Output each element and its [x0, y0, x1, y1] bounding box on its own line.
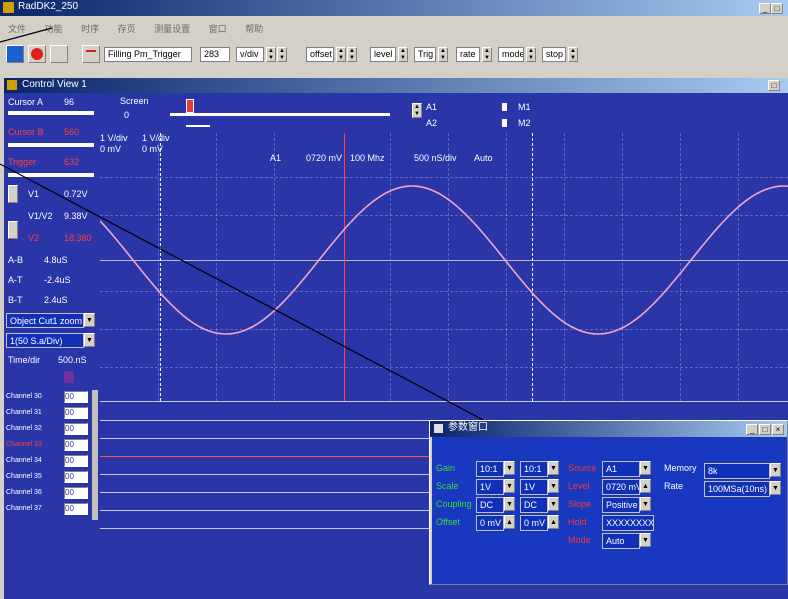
mode-select[interactable]: Auto	[602, 533, 640, 549]
ch2-offset-spinner[interactable]: ▲	[548, 515, 559, 529]
param-close-button[interactable]: ×	[772, 424, 784, 435]
level-label: Level	[568, 481, 590, 491]
param-maximize-button[interactable]: □	[759, 424, 771, 435]
ch1-offset-field[interactable]: 0 mV	[476, 515, 504, 531]
level-field[interactable]: 0720 mV	[602, 479, 640, 495]
ch2-gain-select[interactable]: 10:1	[520, 461, 548, 477]
ch2-coupling-arrow[interactable]: ▼	[548, 497, 559, 511]
ch1-gain-arrow[interactable]: ▼	[504, 461, 515, 475]
ch2-coupling-select[interactable]: DC	[520, 497, 548, 513]
memory-select[interactable]: 8k	[704, 463, 770, 479]
ch1-scale-select[interactable]: 1V	[476, 479, 504, 495]
slope-select[interactable]: Positive	[602, 497, 640, 513]
ch1-gain-select[interactable]: 10:1	[476, 461, 504, 477]
rate-select[interactable]: 100MSa(10ns)	[704, 481, 770, 497]
offset-label: Offset	[436, 517, 460, 527]
source-label: Source	[568, 463, 597, 473]
ch2-gain-arrow[interactable]: ▼	[548, 461, 559, 475]
mode-label: Mode	[568, 535, 591, 545]
ch1-coupling-select[interactable]: DC	[476, 497, 504, 513]
ch1-scale-arrow[interactable]: ▼	[504, 479, 515, 493]
gain-label: Gain	[436, 463, 456, 473]
level-spinner[interactable]: ▲	[640, 479, 651, 493]
param-minimize-button[interactable]: _	[746, 424, 758, 435]
ch2-scale-select[interactable]: 1V	[520, 479, 548, 495]
rate-label: Rate	[664, 481, 684, 491]
scale-label: Scale	[436, 481, 459, 491]
ch1-offset-spinner[interactable]: ▲	[504, 515, 515, 529]
hold-field[interactable]: XXXXXXXX	[602, 515, 654, 531]
slope-label: Slope	[568, 499, 592, 509]
hold-label: Hold	[568, 517, 587, 527]
param-body: Gain Scale Coupling Offset 10:1 ▼ 1V ▼ D…	[432, 437, 787, 584]
slope-arrow[interactable]: ▼	[640, 497, 651, 511]
coupling-label: Coupling	[436, 499, 472, 509]
param-window-icon	[434, 424, 443, 433]
source-arrow[interactable]: ▼	[640, 461, 651, 475]
ch1-coupling-arrow[interactable]: ▼	[504, 497, 515, 511]
ch2-offset-field[interactable]: 0 mV	[520, 515, 548, 531]
ch2-scale-arrow[interactable]: ▼	[548, 479, 559, 493]
memory-label: Memory	[664, 463, 697, 473]
param-window: 参数窗口 _ □ × Gain Scale Coupling Offset 10…	[429, 420, 788, 585]
param-window-title: 参数窗口	[430, 421, 787, 437]
mode-arrow[interactable]: ▼	[640, 533, 651, 547]
memory-arrow[interactable]: ▼	[770, 463, 781, 477]
source-select[interactable]: A1	[602, 461, 640, 477]
rate-arrow[interactable]: ▼	[770, 481, 781, 495]
